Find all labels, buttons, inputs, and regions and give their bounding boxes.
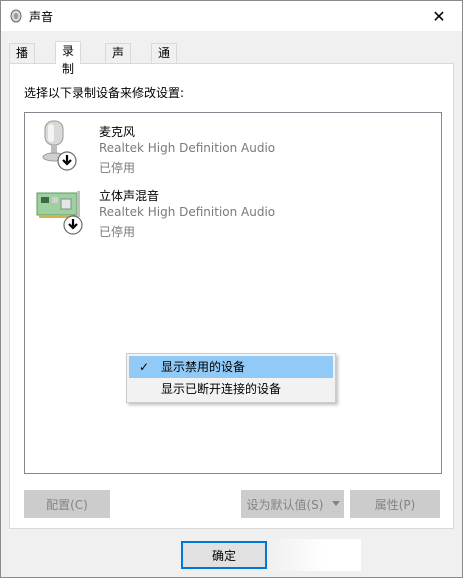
device-description: Realtek High Definition Audio (99, 141, 276, 155)
device-item-stereo-mix[interactable]: 立体声混音 Realtek High Definition Audio 已停用 (35, 183, 415, 245)
close-icon: ✕ (432, 6, 446, 26)
instruction-label: 选择以下录制设备来修改设置: (24, 86, 185, 100)
recording-panel: 选择以下录制设备来修改设置: 麦克风 Realtek High Definiti… (9, 63, 454, 529)
tab-sounds[interactable]: 声音 (105, 43, 132, 78)
title-bar[interactable]: 声音 ✕ (1, 1, 462, 31)
menu-item-show-disabled[interactable]: ✓ 显示禁用的设备 (129, 356, 333, 378)
set-default-button[interactable]: 设为默认值(S) (241, 490, 329, 518)
set-default-dropdown[interactable] (328, 490, 344, 518)
faded-overlay (271, 539, 361, 571)
context-menu: ✓ 显示禁用的设备 显示已断开连接的设备 (126, 353, 336, 403)
device-status: 已停用 (99, 161, 136, 175)
device-description: Realtek High Definition Audio (99, 205, 276, 219)
window-title: 声音 (29, 10, 54, 24)
device-name: 麦克风 (99, 125, 136, 139)
microphone-icon (42, 120, 77, 171)
configure-button[interactable]: 配置(C) (24, 490, 110, 518)
tab-recording[interactable]: 录制 (55, 41, 82, 76)
tab-communications[interactable]: 通信 (151, 43, 178, 78)
device-status: 已停用 (99, 225, 136, 239)
device-item-microphone[interactable]: 麦克风 Realtek High Definition Audio 已停用 (35, 119, 415, 181)
sound-card-icon (36, 191, 83, 235)
device-list[interactable]: 麦克风 Realtek High Definition Audio 已停用 立体… (24, 112, 442, 474)
sound-dialog: 声音 ✕ 播放 录制 声音 通信 选择以下录制设备来修改设置: 麦克风 (0, 0, 463, 578)
chevron-down-icon (332, 501, 340, 506)
tab-playback[interactable]: 播放 (9, 43, 36, 78)
ok-button[interactable]: 确定 (181, 541, 267, 569)
speaker-app-icon (10, 9, 22, 23)
properties-button[interactable]: 属性(P) (350, 490, 440, 518)
close-button[interactable]: ✕ (416, 1, 462, 31)
check-icon: ✓ (138, 360, 150, 374)
menu-item-show-disconnected[interactable]: 显示已断开连接的设备 (129, 378, 333, 400)
device-name: 立体声混音 (99, 189, 160, 203)
